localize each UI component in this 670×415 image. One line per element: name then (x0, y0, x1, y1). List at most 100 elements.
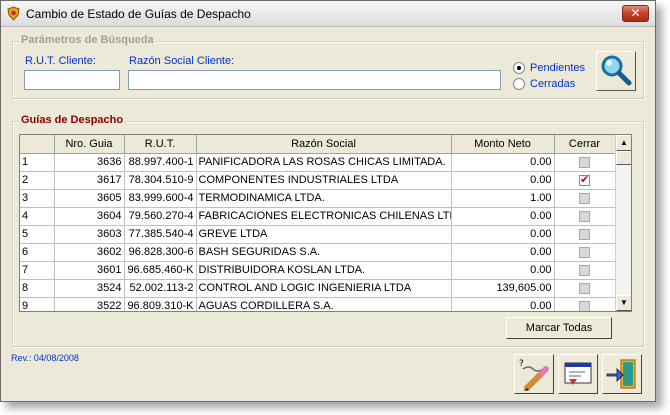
cell-razon-social: GREVE LTDA (196, 225, 452, 244)
cell-rut: 96.828.300-6 (124, 243, 197, 262)
cell-nro-guia: 3636 (54, 153, 125, 172)
radio-pendientes[interactable]: Pendientes (513, 62, 585, 74)
cerrar-checkbox[interactable] (579, 300, 590, 311)
cell-cerrar (554, 153, 616, 172)
scroll-up-button[interactable]: ▲ (616, 135, 631, 151)
cell-monto-neto: 139,605.00 (451, 279, 555, 298)
cerrar-checkbox[interactable] (579, 210, 590, 222)
cell-monto-neto: 0.00 (451, 243, 555, 262)
cell-rownum: 1 (20, 153, 55, 172)
scroll-thumb[interactable] (616, 151, 631, 165)
radio-pendientes-label: Pendientes (530, 62, 586, 74)
cell-rownum: 9 (20, 297, 55, 311)
radio-pendientes-dot[interactable] (513, 62, 525, 74)
guias-legend: Guías de Despacho (19, 114, 126, 126)
guias-grid[interactable]: Nro. Guia R.U.T. Razón Social Monto Neto… (19, 134, 632, 312)
cell-nro-guia: 3604 (54, 207, 125, 226)
scroll-down-button[interactable]: ▼ (616, 295, 631, 311)
table-row[interactable]: 4 3604 79.560.270-4 FABRICACIONES ELECTRONI… (20, 207, 616, 226)
cell-razon-social: BASH SEGURIDAS S.A. (196, 243, 452, 262)
col-header-monto-neto[interactable]: Monto Neto (451, 135, 555, 154)
cell-rownum: 8 (20, 279, 55, 298)
pen-edit-icon: ? (519, 359, 549, 391)
main-window: Cambio de Estado de Guías de Despacho ✕ … (0, 0, 656, 402)
cell-rut: 77.385.540-4 (124, 225, 197, 244)
radio-cerradas-label: Cerradas (530, 78, 576, 90)
table-row[interactable]: 8 3524 52.002.113-2 CONTROL AND LOGIC INGEN… (20, 279, 616, 298)
radio-cerradas[interactable]: Cerradas (513, 78, 575, 90)
col-header-razon-social[interactable]: Razón Social (196, 135, 452, 154)
cell-rownum: 7 (20, 261, 55, 280)
cell-nro-guia: 3602 (54, 243, 125, 262)
cell-rut: 83.999.600-4 (124, 189, 197, 208)
cell-razon-social: TERMODINAMICA LTDA. (196, 189, 452, 208)
cell-rownum: 4 (20, 207, 55, 226)
cell-razon-social: DISTRIBUIDORA KOSLAN LTDA. (196, 261, 452, 280)
marcar-todas-button[interactable]: Marcar Todas (506, 317, 612, 339)
window-title: Cambio de Estado de Guías de Despacho (26, 7, 251, 21)
report-window-icon (564, 362, 592, 385)
cell-rownum: 2 (20, 171, 55, 190)
cell-rut: 96.809.310-K (124, 297, 197, 311)
edit-button[interactable]: ? (514, 354, 554, 394)
table-row[interactable]: 9 3522 96.809.310-K AGUAS CORDILLERA S.A. 0.… (20, 297, 616, 311)
col-header-cerrar[interactable]: Cerrar (554, 135, 616, 154)
cell-rut: 79.560.270-4 (124, 207, 197, 226)
exit-door-icon (606, 359, 636, 389)
cell-monto-neto: 0.00 (451, 225, 555, 244)
cell-nro-guia: 3605 (54, 189, 125, 208)
table-row[interactable]: 7 3601 96.685.460-K DISTRIBUIDORA KOSLAN LT… (20, 261, 616, 280)
cerrar-checkbox[interactable] (579, 192, 590, 204)
cell-monto-neto: 0.00 (451, 261, 555, 280)
close-button[interactable]: ✕ (622, 5, 649, 22)
rut-input[interactable] (24, 70, 120, 90)
cell-cerrar (554, 189, 616, 208)
table-row[interactable]: 2 3617 78.304.510-9 COMPONENTES INDUSTRIALE… (20, 171, 616, 190)
title-bar: Cambio de Estado de Guías de Despacho ✕ (1, 1, 655, 27)
cell-razon-social: COMPONENTES INDUSTRIALES LTDA (196, 171, 452, 190)
cell-cerrar (554, 225, 616, 244)
cell-monto-neto: 0.00 (451, 297, 555, 311)
razon-social-label: Razón Social Cliente: (129, 55, 235, 67)
report-button[interactable] (558, 354, 598, 394)
cell-cerrar (554, 279, 616, 298)
cerrar-checkbox[interactable] (579, 173, 590, 186)
cell-cerrar (554, 297, 616, 311)
exit-button[interactable] (602, 354, 642, 394)
table-row[interactable]: 6 3602 96.828.300-6 BASH SEGURIDAS S.A. 0.00 (20, 243, 616, 262)
cell-rut: 96.685.460-K (124, 261, 197, 280)
col-header-rut[interactable]: R.U.T. (124, 135, 197, 154)
cell-nro-guia: 3524 (54, 279, 125, 298)
cerrar-checkbox[interactable] (579, 228, 590, 240)
cell-rownum: 5 (20, 225, 55, 244)
guias-table: Nro. Guia R.U.T. Razón Social Monto Neto… (20, 135, 616, 311)
cell-razon-social: PANIFICADORA LAS ROSAS CHICAS LIMITADA. (196, 153, 452, 172)
cell-monto-neto: 0.00 (451, 171, 555, 190)
cell-razon-social: AGUAS CORDILLERA S.A. (196, 297, 452, 311)
cerrar-checkbox[interactable] (579, 282, 590, 294)
cell-rownum: 3 (20, 189, 55, 208)
cell-rut: 88.997.400-1 (124, 153, 197, 172)
radio-cerradas-dot[interactable] (513, 78, 525, 90)
col-header-nro-guia[interactable]: Nro. Guia (54, 135, 125, 154)
col-header-rownum (20, 135, 55, 154)
search-button[interactable] (596, 51, 636, 91)
cell-monto-neto: 0.00 (451, 153, 555, 172)
table-row[interactable]: 1 3636 88.997.400-1 PANIFICADORA LAS ROSAS … (20, 153, 616, 172)
grid-vertical-scrollbar[interactable]: ▲ ▼ (615, 135, 631, 311)
cell-cerrar (554, 243, 616, 262)
cell-monto-neto: 0.00 (451, 207, 555, 226)
rut-label: R.U.T. Cliente: (25, 55, 96, 67)
cerrar-checkbox[interactable] (579, 264, 590, 276)
cerrar-checkbox[interactable] (579, 246, 590, 258)
cell-cerrar (554, 261, 616, 280)
table-row[interactable]: 3 3605 83.999.600-4 TERMODINAMICA LTDA. 1.00 (20, 189, 616, 208)
magnifier-icon (601, 55, 632, 86)
revision-label: Rev.: 04/08/2008 (11, 353, 79, 363)
table-row[interactable]: 5 3603 77.385.540-4 GREVE LTDA 0.00 (20, 225, 616, 244)
cerrar-checkbox[interactable] (579, 156, 590, 168)
cell-nro-guia: 3601 (54, 261, 125, 280)
razon-social-input[interactable] (128, 70, 501, 90)
cell-razon-social: CONTROL AND LOGIC INGENIERIA LTDA (196, 279, 452, 298)
cell-cerrar (554, 171, 616, 190)
